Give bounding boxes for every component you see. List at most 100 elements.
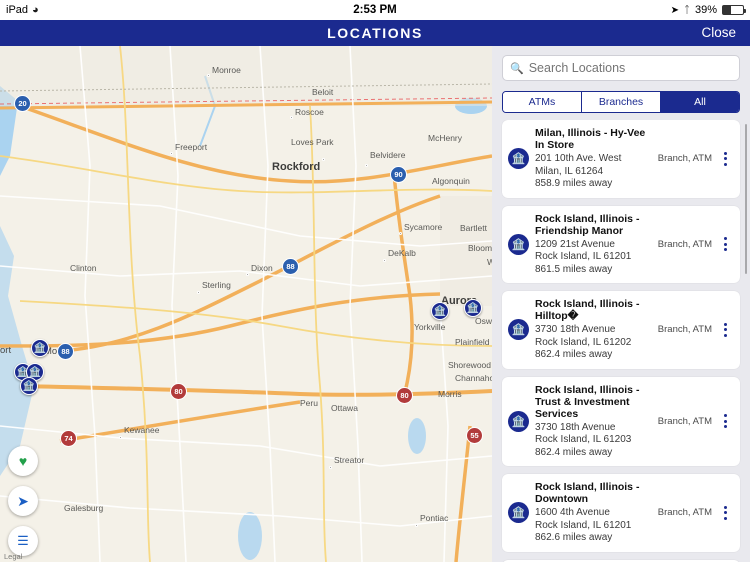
map-label-peru: Peru — [300, 398, 318, 408]
location-title: Milan, Illinois - Hy-Vee In Store — [535, 127, 646, 151]
list-scrollbar[interactable] — [744, 124, 747, 274]
map-label-shorewood: Shorewood — [448, 360, 492, 370]
location-citystate: Rock Island, IL 61202 — [535, 336, 632, 348]
map-pin-branch[interactable]: 🏦 — [431, 302, 449, 320]
locate-me-button[interactable]: ➤ — [8, 486, 38, 516]
map-label-clinton: Clinton — [70, 263, 97, 273]
close-button[interactable]: Close — [701, 25, 736, 40]
map-attribution-label[interactable]: Legal — [4, 552, 22, 561]
more-options-button[interactable] — [718, 151, 732, 166]
map-view[interactable]: Monroe Beloit Roscoe Freeport Loves Park… — [0, 46, 492, 562]
map-label-mchenry: McHenry — [428, 133, 463, 143]
map-label-beloit: Beloit — [312, 87, 334, 97]
navigation-bar: LOCATIONS Close — [0, 20, 750, 46]
location-type: Branch, ATM — [657, 415, 712, 427]
list-item[interactable]: 🏦 Rock Island, Illinois - Friendship Man… — [502, 205, 740, 283]
location-address: 3730 18th Avenue — [535, 421, 616, 433]
map-label-roscoe: Roscoe — [295, 107, 324, 117]
highway-shield-20: 20 — [14, 95, 31, 112]
location-address: 201 10th Ave. West — [535, 153, 622, 164]
more-options-button[interactable] — [718, 237, 732, 252]
favorites-button[interactable]: ♥ — [8, 446, 38, 476]
map-label-streator: Streator — [334, 455, 365, 465]
map-label-sterling: Sterling — [202, 280, 231, 290]
map-place-dot — [383, 259, 386, 262]
map-label-monroe: Monroe — [212, 65, 241, 75]
segment-all[interactable]: All — [661, 92, 739, 112]
location-distance: 862.4 miles away — [535, 446, 613, 458]
highway-shield-80: 80 — [170, 383, 187, 400]
list-item[interactable]: 🏦 Rock Island, Illinois - Downtown 1600 … — [502, 474, 740, 552]
list-item[interactable]: 🏦 Rock Island, Illinois - Hilltop� 3730 … — [502, 291, 740, 369]
map-label-algonquin: Algonquin — [432, 176, 470, 186]
map-label-ottawa: Ottawa — [331, 403, 358, 413]
map-label-plainfield: Plainfield — [455, 337, 490, 347]
map-label-sycamore: Sycamore — [404, 222, 443, 232]
map-place-dot — [119, 436, 122, 439]
map-label-galesburg: Galesburg — [64, 503, 104, 513]
search-field-wrapper[interactable]: 🔍 — [502, 55, 740, 81]
location-address: 3730 18th Avenue — [535, 324, 616, 335]
filter-segmented-control[interactable]: ATMs Branches All — [502, 91, 740, 113]
map-place-dot — [322, 158, 325, 161]
bank-pin-icon: 🏦 — [508, 319, 529, 341]
location-citystate: Rock Island, IL 61203 — [535, 434, 632, 445]
location-details: Rock Island, Illinois - Downtown 1600 4t… — [535, 481, 654, 545]
location-citystate: Rock Island, IL 61201 — [535, 251, 632, 262]
bank-pin-icon: 🏦 — [508, 410, 529, 432]
segment-branches[interactable]: Branches — [582, 92, 661, 112]
location-title: Rock Island, Illinois - Trust & Investme… — [535, 383, 640, 420]
highway-shield-74: 74 — [60, 430, 77, 447]
locations-list[interactable]: 🏦 Milan, Illinois - Hy-Vee In Store 201 … — [492, 120, 750, 562]
location-address: 1209 21st Avenue — [535, 238, 615, 250]
location-type: Branch, ATM — [657, 324, 712, 336]
map-label-yorkville: Yorkville — [414, 322, 446, 332]
location-details: Milan, Illinois - Hy-Vee In Store 201 10… — [535, 127, 654, 191]
status-bar-right: ➤ ᛏ 39% — [670, 4, 746, 16]
map-label-rockford: Rockford — [272, 161, 321, 173]
page-title: LOCATIONS — [327, 25, 423, 41]
map-place-dot — [246, 273, 249, 276]
map-label-bartlett: Bartlett — [460, 223, 487, 233]
more-options-button[interactable] — [718, 505, 732, 520]
map-label-pontiac: Pontiac — [420, 513, 449, 523]
map-place-dot — [399, 232, 402, 235]
map-place-dot — [290, 116, 293, 119]
highway-shield-88-west: 88 — [57, 343, 74, 360]
map-label-davenport: ort — [0, 345, 12, 356]
location-distance: 862.6 miles away — [535, 532, 613, 543]
location-details: Rock Island, Illinois - Friendship Manor… — [535, 213, 654, 277]
bluetooth-icon: ᛏ — [683, 4, 690, 16]
location-address: 1600 4th Avenue — [535, 507, 610, 518]
map-label-dekalb: DeKalb — [388, 248, 416, 258]
segment-atms[interactable]: ATMs — [503, 92, 582, 112]
heart-icon: ♥ — [18, 453, 28, 469]
map-place-dot — [197, 291, 200, 294]
map-place-dot — [207, 74, 210, 77]
bank-pin-icon: 🏦 — [508, 502, 529, 524]
battery-icon — [722, 5, 746, 15]
battery-percent-label: 39% — [694, 4, 717, 16]
map-label-dixon: Dixon — [251, 263, 273, 273]
highway-shield-88: 88 — [282, 258, 299, 275]
status-bar-clock: 2:53 PM — [353, 4, 397, 16]
list-icon: ☰ — [17, 533, 29, 548]
location-arrow-icon: ➤ — [670, 4, 679, 16]
map-pin-branch[interactable]: 🏦 — [464, 299, 482, 317]
location-type: Branch, ATM — [657, 238, 712, 250]
search-input[interactable] — [528, 61, 732, 75]
map-label-freeport: Freeport — [175, 142, 208, 152]
more-options-button[interactable] — [718, 414, 732, 429]
location-type: Branch, ATM — [657, 507, 712, 519]
map-pin-branch[interactable]: 🏦 — [31, 339, 49, 357]
list-item[interactable]: 🏦 Milan, Illinois - Hy-Vee In Store 201 … — [502, 120, 740, 198]
more-options-button[interactable] — [718, 322, 732, 337]
locations-panel: 🔍 ATMs Branches All 🏦 Milan, Illinois - … — [492, 46, 750, 562]
map-place-dot — [329, 466, 332, 469]
map-pin-branch[interactable]: 🏦 — [20, 377, 38, 395]
location-distance: 861.5 miles away — [535, 263, 613, 275]
map-label-bloomingdale: Bloom — [468, 243, 492, 253]
location-title: Rock Island, Illinois - Downtown — [535, 481, 640, 505]
location-citystate: Rock Island, IL 61201 — [535, 519, 632, 531]
list-item[interactable]: 🏦 Rock Island, Illinois - Trust & Invest… — [502, 376, 740, 466]
